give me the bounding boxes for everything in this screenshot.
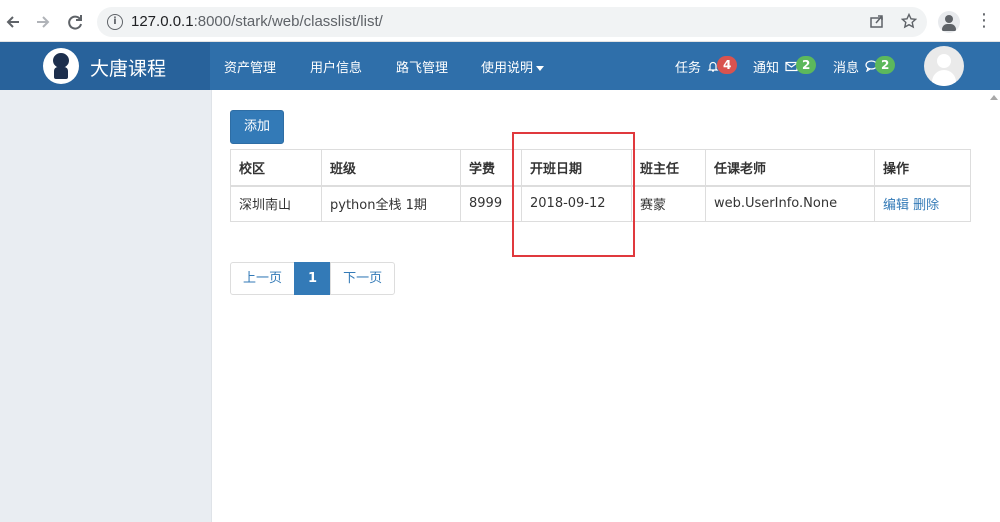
messages-label: 消息 (833, 61, 860, 76)
menu-item-user-info[interactable]: 用户信息 (310, 57, 362, 76)
add-button[interactable]: 添加 (230, 110, 284, 144)
forward-icon[interactable] (32, 11, 54, 33)
url-text[interactable]: 127.0.0.1:8000/stark/web/classlist/list/ (131, 13, 383, 30)
share-icon[interactable] (869, 13, 885, 33)
table-row: 深圳南山 python全栈 1期 8999 2018-09-12 赛蒙 web.… (230, 185, 971, 222)
url-path: :8000/stark/web/classlist/list/ (193, 13, 383, 30)
messages-badge: 2 (875, 56, 896, 74)
notices-label: 通知 (753, 61, 780, 76)
tasks-label: 任务 (675, 61, 702, 76)
notices-link[interactable]: 通知 (753, 57, 798, 76)
cell-fee: 8999 (460, 185, 522, 222)
pagination: 上一页 1 下一页 (230, 262, 396, 295)
menu-item-lufei[interactable]: 路飞管理 (396, 57, 448, 76)
edit-link[interactable]: 编辑 (883, 198, 909, 213)
table-header-row: 校区 班级 学费 开班日期 班主任 任课老师 操作 (230, 149, 971, 187)
brand[interactable]: 大唐课程 (0, 42, 210, 90)
column-header-start-date: 开班日期 (521, 149, 632, 187)
url-host: 127.0.0.1 (131, 13, 194, 30)
browser-profile-icon[interactable] (938, 11, 960, 33)
reload-icon[interactable] (64, 11, 86, 33)
brand-logo-icon (43, 48, 79, 84)
column-header-class: 班级 (321, 149, 461, 187)
menu-item-help[interactable]: 使用说明 (481, 57, 545, 76)
prev-page-button[interactable]: 上一页 (230, 262, 296, 295)
column-header-campus: 校区 (230, 149, 322, 187)
caret-down-icon (536, 66, 545, 71)
brand-title: 大唐课程 (90, 58, 167, 80)
next-page-button[interactable]: 下一页 (330, 262, 396, 295)
scroll-up-arrow-icon[interactable] (990, 95, 998, 100)
tasks-badge: 4 (717, 56, 738, 74)
cell-campus: 深圳南山 (230, 185, 322, 222)
address-bar[interactable]: i 127.0.0.1:8000/stark/web/classlist/lis… (97, 7, 927, 37)
sidebar (0, 90, 212, 522)
menu-item-help-label: 使用说明 (481, 61, 534, 76)
cell-actions: 编辑 删除 (874, 185, 971, 222)
messages-link[interactable]: 消息 (833, 57, 878, 76)
column-header-head-teacher: 班主任 (631, 149, 706, 187)
browser-toolbar: i 127.0.0.1:8000/stark/web/classlist/lis… (0, 0, 1000, 42)
app-header: 大唐课程 资产管理 用户信息 路飞管理 使用说明 任务 4 通知 2 消息 2 (0, 42, 1000, 90)
cell-start-date: 2018-09-12 (521, 185, 632, 222)
tasks-link[interactable]: 任务 (675, 57, 719, 76)
class-list-table: 校区 班级 学费 开班日期 班主任 任课老师 操作 深圳南山 python全栈 … (230, 149, 971, 222)
column-header-fee: 学费 (460, 149, 522, 187)
menu-item-assets[interactable]: 资产管理 (224, 57, 276, 76)
delete-link[interactable]: 删除 (913, 198, 939, 213)
cell-teacher: web.UserInfo.None (705, 185, 875, 222)
notices-badge: 2 (796, 56, 817, 74)
main-content: 添加 校区 班级 学费 开班日期 班主任 任课老师 操作 深圳南山 python… (212, 90, 987, 522)
info-icon[interactable]: i (107, 14, 123, 30)
bookmark-star-icon[interactable] (900, 12, 918, 33)
cell-head-teacher: 赛蒙 (631, 185, 706, 222)
column-header-actions: 操作 (874, 149, 971, 187)
user-avatar[interactable] (924, 46, 964, 86)
cell-class: python全栈 1期 (321, 185, 461, 222)
column-header-teacher: 任课老师 (705, 149, 875, 187)
back-icon[interactable] (2, 11, 24, 33)
page-1-button[interactable]: 1 (294, 262, 332, 295)
browser-menu-icon[interactable]: ⋮ (975, 10, 993, 32)
